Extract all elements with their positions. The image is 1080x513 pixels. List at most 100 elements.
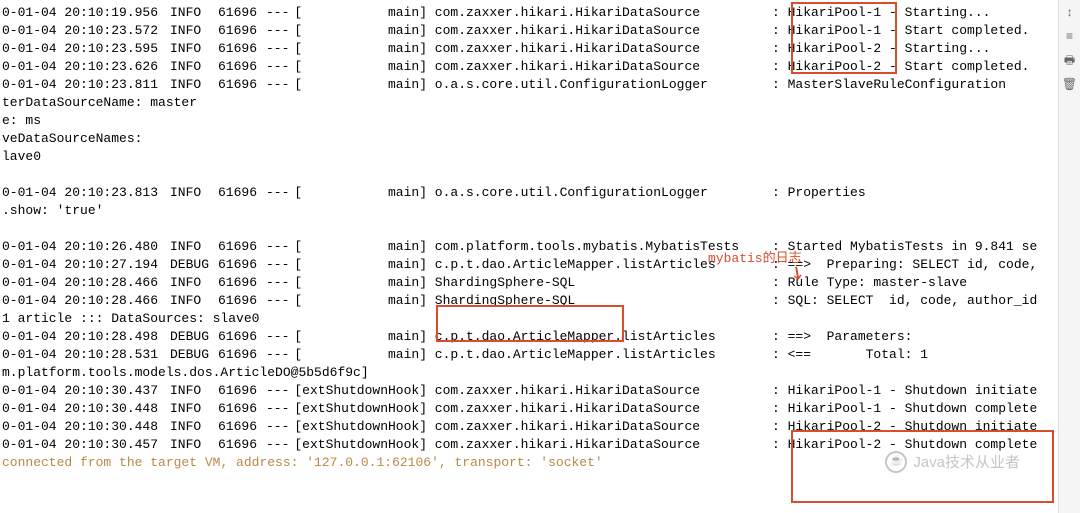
disconnected-line: connected from the target VM, address: '… bbox=[2, 454, 1078, 472]
thread: [ main] bbox=[294, 184, 427, 202]
pid: 61696 bbox=[218, 382, 266, 400]
log-level: INFO bbox=[170, 418, 218, 436]
logger: c.p.t.dao.ArticleMapper.listArticles bbox=[427, 346, 772, 364]
wrapped-line: .show: 'true' bbox=[2, 202, 1078, 220]
timestamp: 0-01-04 20:10:23.626 bbox=[2, 58, 170, 76]
logger: c.p.t.dao.ArticleMapper.listArticles bbox=[427, 256, 772, 274]
message: : HikariPool-2 - Start completed. bbox=[772, 58, 1029, 76]
separator: --- bbox=[266, 292, 294, 310]
thread: [ main] bbox=[294, 346, 427, 364]
timestamp: 0-01-04 20:10:23.811 bbox=[2, 76, 170, 94]
message: : MasterSlaveRuleConfiguration bbox=[772, 76, 1006, 94]
message: : HikariPool-2 - Shutdown initiate bbox=[772, 418, 1037, 436]
pid: 61696 bbox=[218, 274, 266, 292]
message: : HikariPool-1 - Start completed. bbox=[772, 22, 1029, 40]
timestamp: 0-01-04 20:10:26.480 bbox=[2, 238, 170, 256]
trash-icon[interactable]: 🗑 bbox=[1063, 78, 1077, 92]
pid: 61696 bbox=[218, 76, 266, 94]
message: : Properties bbox=[772, 184, 866, 202]
log-level: INFO bbox=[170, 292, 218, 310]
pid: 61696 bbox=[218, 184, 266, 202]
log-level: INFO bbox=[170, 400, 218, 418]
message: : HikariPool-2 - Shutdown complete bbox=[772, 436, 1037, 454]
thread: [extShutdownHook] bbox=[294, 418, 427, 436]
timestamp: 0-01-04 20:10:27.194 bbox=[2, 256, 170, 274]
thread: [ main] bbox=[294, 58, 427, 76]
timestamp: 0-01-04 20:10:28.531 bbox=[2, 346, 170, 364]
message: : <== Total: 1 bbox=[772, 346, 928, 364]
log-level: INFO bbox=[170, 184, 218, 202]
message: : ==> Preparing: SELECT id, code, bbox=[772, 256, 1037, 274]
separator: --- bbox=[266, 346, 294, 364]
logger: com.zaxxer.hikari.HikariDataSource bbox=[427, 22, 772, 40]
timestamp: 0-01-04 20:10:30.448 bbox=[2, 418, 170, 436]
logger: com.zaxxer.hikari.HikariDataSource bbox=[427, 436, 772, 454]
log-line: 0-01-04 20:10:19.956INFO61696---[ main] … bbox=[2, 4, 1078, 22]
log-line: 0-01-04 20:10:30.457INFO61696---[extShut… bbox=[2, 436, 1078, 454]
thread: [extShutdownHook] bbox=[294, 382, 427, 400]
wrapped-line: e: ms bbox=[2, 112, 1078, 130]
message: : HikariPool-2 - Starting... bbox=[772, 40, 990, 58]
log-level: INFO bbox=[170, 40, 218, 58]
logger: o.a.s.core.util.ConfigurationLogger bbox=[427, 76, 772, 94]
log-level: INFO bbox=[170, 274, 218, 292]
pid: 61696 bbox=[218, 418, 266, 436]
message: : HikariPool-1 - Shutdown initiate bbox=[772, 382, 1037, 400]
separator: --- bbox=[266, 22, 294, 40]
message: : HikariPool-1 - Starting... bbox=[772, 4, 990, 22]
thread: [ main] bbox=[294, 328, 427, 346]
logger: com.zaxxer.hikari.HikariDataSource bbox=[427, 382, 772, 400]
separator: --- bbox=[266, 418, 294, 436]
log-level: DEBUG bbox=[170, 346, 218, 364]
thread: [extShutdownHook] bbox=[294, 400, 427, 418]
log-level: INFO bbox=[170, 4, 218, 22]
log-level: INFO bbox=[170, 22, 218, 40]
log-line: 0-01-04 20:10:26.480INFO61696---[ main] … bbox=[2, 238, 1078, 256]
logger: com.zaxxer.hikari.HikariDataSource bbox=[427, 4, 772, 22]
logger: c.p.t.dao.ArticleMapper.listArticles bbox=[427, 328, 772, 346]
log-line: 0-01-04 20:10:28.466INFO61696---[ main] … bbox=[2, 292, 1078, 310]
thread: [ main] bbox=[294, 238, 427, 256]
log-level: INFO bbox=[170, 58, 218, 76]
separator: --- bbox=[266, 274, 294, 292]
pid: 61696 bbox=[218, 4, 266, 22]
thread: [ main] bbox=[294, 76, 427, 94]
timestamp: 0-01-04 20:10:19.956 bbox=[2, 4, 170, 22]
timestamp: 0-01-04 20:10:28.466 bbox=[2, 274, 170, 292]
logger: com.zaxxer.hikari.HikariDataSource bbox=[427, 58, 772, 76]
thread: [ main] bbox=[294, 4, 427, 22]
wrapped-line bbox=[2, 166, 1078, 184]
log-level: INFO bbox=[170, 76, 218, 94]
pid: 61696 bbox=[218, 22, 266, 40]
message: : SQL: SELECT id, code, author_id bbox=[772, 292, 1037, 310]
separator: --- bbox=[266, 382, 294, 400]
log-line: 0-01-04 20:10:23.813INFO61696---[ main] … bbox=[2, 184, 1078, 202]
log-line: 0-01-04 20:10:23.572INFO61696---[ main] … bbox=[2, 22, 1078, 40]
logger: com.zaxxer.hikari.HikariDataSource bbox=[427, 40, 772, 58]
print-icon[interactable]: 🖶 bbox=[1063, 54, 1077, 68]
timestamp: 0-01-04 20:10:23.813 bbox=[2, 184, 170, 202]
log-level: INFO bbox=[170, 238, 218, 256]
pid: 61696 bbox=[218, 328, 266, 346]
thread: [ main] bbox=[294, 40, 427, 58]
menu-icon[interactable]: ≡ bbox=[1063, 30, 1077, 44]
thread: [ main] bbox=[294, 274, 427, 292]
log-line: 0-01-04 20:10:23.811INFO61696---[ main] … bbox=[2, 76, 1078, 94]
toolbar-sidebar: ↕ ≡ 🖶 🗑 bbox=[1058, 0, 1080, 513]
separator: --- bbox=[266, 238, 294, 256]
timestamp: 0-01-04 20:10:30.448 bbox=[2, 400, 170, 418]
log-level: INFO bbox=[170, 382, 218, 400]
logger: ShardingSphere-SQL bbox=[427, 274, 772, 292]
log-line: 0-01-04 20:10:30.448INFO61696---[extShut… bbox=[2, 400, 1078, 418]
logger: com.zaxxer.hikari.HikariDataSource bbox=[427, 400, 772, 418]
message: : Started MybatisTests in 9.841 se bbox=[772, 238, 1037, 256]
soft-wrap-icon[interactable]: ↕ bbox=[1063, 6, 1077, 20]
log-level: INFO bbox=[170, 436, 218, 454]
logger: ShardingSphere-SQL bbox=[427, 292, 772, 310]
logger: o.a.s.core.util.ConfigurationLogger bbox=[427, 184, 772, 202]
log-line: 0-01-04 20:10:27.194DEBUG61696---[ main]… bbox=[2, 256, 1078, 274]
pid: 61696 bbox=[218, 436, 266, 454]
timestamp: 0-01-04 20:10:23.595 bbox=[2, 40, 170, 58]
timestamp: 0-01-04 20:10:30.457 bbox=[2, 436, 170, 454]
pid: 61696 bbox=[218, 40, 266, 58]
